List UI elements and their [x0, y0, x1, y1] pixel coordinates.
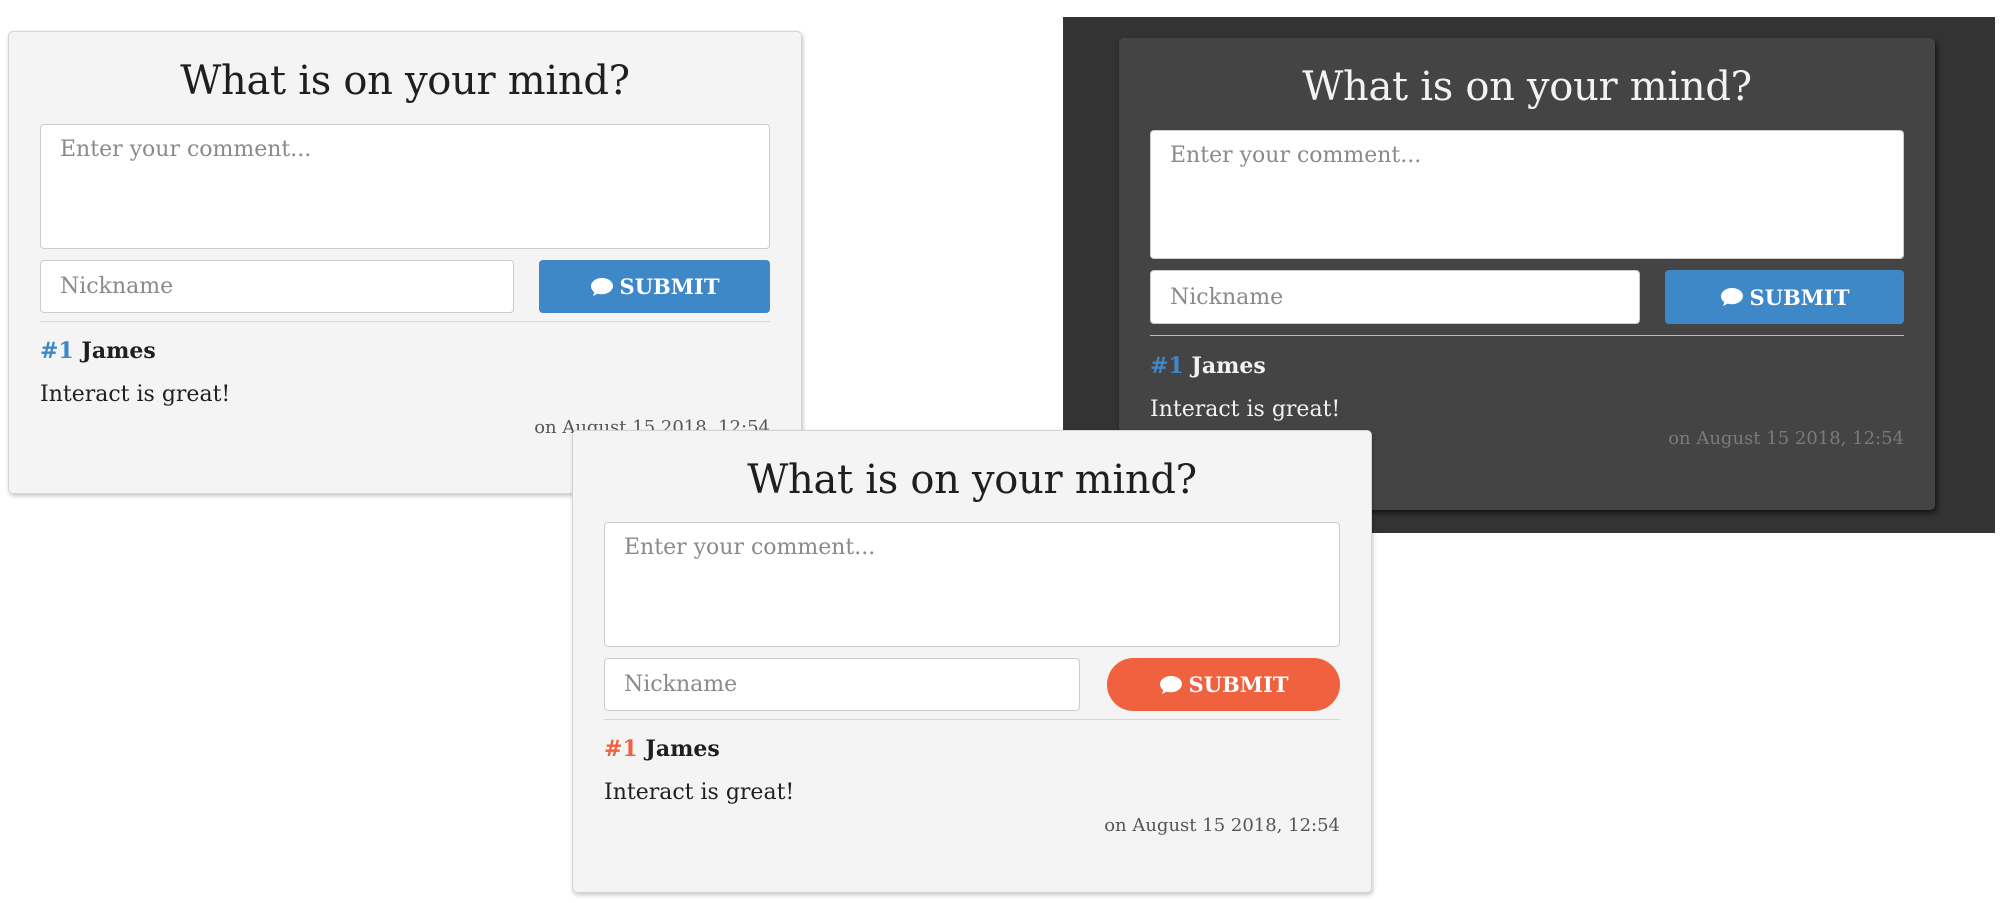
nickname-input[interactable] — [604, 658, 1080, 711]
submit-button[interactable]: SUBMIT — [539, 260, 770, 313]
comment-text: Interact is great! — [604, 780, 795, 805]
submit-label: SUBMIT — [619, 274, 720, 299]
divider — [40, 321, 770, 322]
comment-header: #1 James — [604, 736, 1340, 762]
comment-timestamp: on August 15 2018, 12:54 — [1104, 815, 1340, 836]
comment-textarea[interactable] — [1150, 130, 1904, 259]
comment-number: #1 — [40, 338, 74, 364]
submit-button[interactable]: SUBMIT — [1665, 270, 1904, 324]
comment-number: #1 — [604, 736, 638, 762]
comment-author: James — [1191, 353, 1266, 379]
nickname-input[interactable] — [1150, 270, 1640, 324]
comment-textarea[interactable] — [40, 124, 770, 249]
nickname-input[interactable] — [40, 260, 514, 313]
divider — [604, 719, 1340, 720]
comment-header: #1 James — [40, 338, 770, 364]
comment-header: #1 James — [1150, 353, 1904, 379]
form-title: What is on your mind? — [180, 58, 630, 104]
comment-text: Interact is great! — [1150, 397, 1341, 422]
submit-button[interactable]: SUBMIT — [1107, 658, 1340, 711]
comment-widget-light-orange: What is on your mind? SUBMIT #1 James In… — [572, 430, 1372, 893]
comment-widget-light-blue: What is on your mind? SUBMIT #1 James In… — [8, 31, 802, 494]
comment-number: #1 — [1150, 353, 1184, 379]
comment-bubble-icon — [590, 277, 613, 296]
comment-textarea[interactable] — [604, 522, 1340, 647]
screenshot-stage: What is on your mind? SUBMIT #1 James In… — [0, 0, 2000, 903]
form-title: What is on your mind? — [1302, 64, 1752, 110]
submit-label: SUBMIT — [1188, 672, 1289, 697]
form-title: What is on your mind? — [747, 457, 1197, 503]
comment-author: James — [81, 338, 156, 364]
comment-bubble-icon — [1720, 288, 1743, 306]
submit-label: SUBMIT — [1749, 284, 1850, 310]
comment-text: Interact is great! — [40, 382, 231, 407]
comment-author: James — [645, 736, 720, 762]
comment-bubble-icon — [1159, 675, 1182, 694]
divider — [1150, 335, 1904, 336]
